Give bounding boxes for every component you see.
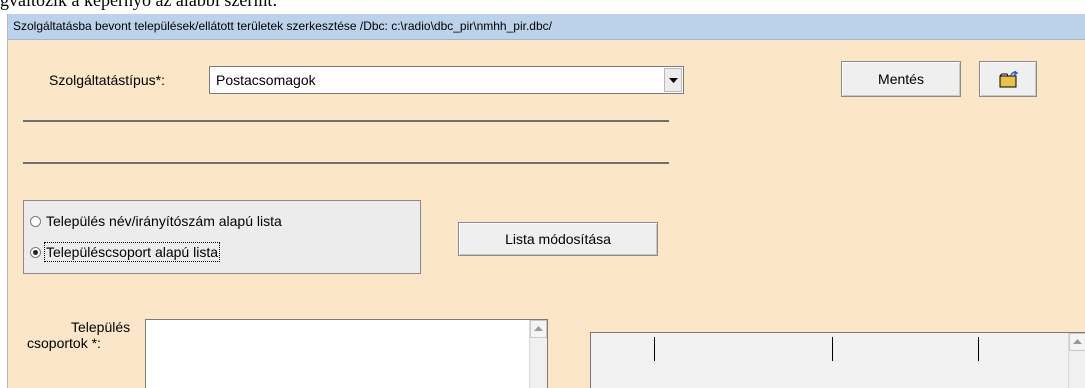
open-folder-button[interactable]	[979, 61, 1037, 97]
scrollbar[interactable]	[1068, 333, 1085, 388]
scroll-up-button[interactable]	[530, 320, 547, 338]
radio-label: Településcsoport alapú lista	[44, 242, 220, 262]
column-separator[interactable]	[832, 337, 833, 361]
separator-line	[23, 120, 669, 122]
service-type-select[interactable]: Postacsomagok	[209, 66, 684, 94]
window-titlebar: Szolgáltatásba bevont települések/elláto…	[8, 14, 1085, 40]
settlements-grid[interactable]	[590, 332, 1085, 388]
radio-label: Település név/irányítószám alapú lista	[46, 213, 282, 229]
separator-line	[23, 162, 669, 164]
settlement-groups-list[interactable]	[145, 319, 548, 388]
save-button[interactable]: Mentés	[841, 61, 961, 97]
settlement-groups-label: csoportok *:	[27, 335, 101, 351]
column-separator[interactable]	[978, 337, 979, 361]
chevron-down-icon	[669, 78, 678, 83]
scroll-up-button[interactable]	[1069, 333, 1085, 351]
list-mode-radio-group: Település név/irányítószám alapú lista T…	[23, 200, 421, 274]
folder-open-icon	[999, 71, 1019, 88]
settlement-groups-label: Település	[71, 319, 131, 335]
chevron-up-icon	[1073, 339, 1082, 344]
editor-window: Szolgáltatásba bevont települések/elláto…	[7, 14, 1085, 388]
radio-button[interactable]	[30, 247, 41, 258]
scrollbar[interactable]	[529, 320, 547, 388]
radio-button[interactable]	[30, 216, 41, 227]
modify-list-button[interactable]: Lista módosítása	[458, 222, 658, 256]
document-text-fragment: gváltozik a képernyő az alábbi szerint:	[0, 0, 278, 10]
window-title: Szolgáltatásba bevont települések/elláto…	[13, 19, 552, 33]
chevron-up-icon	[534, 326, 543, 331]
column-separator[interactable]	[654, 337, 655, 361]
grid-header	[591, 333, 1085, 361]
dropdown-arrow-button[interactable]	[664, 68, 682, 92]
service-type-value: Postacsomagok	[216, 72, 316, 88]
service-type-label: Szolgáltatástípus*:	[49, 72, 165, 88]
